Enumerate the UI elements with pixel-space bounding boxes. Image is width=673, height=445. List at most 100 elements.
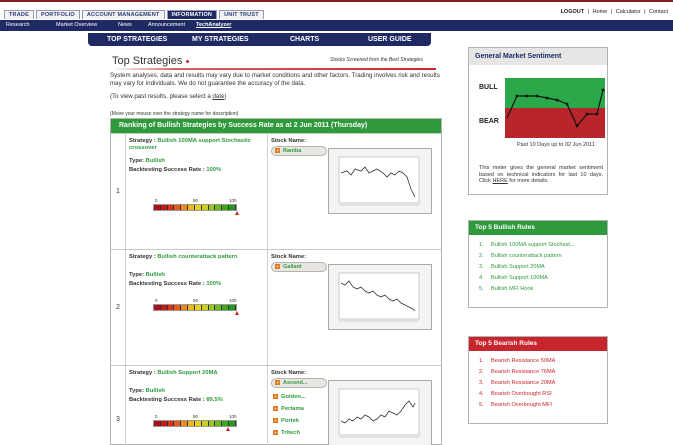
gauge-segment [154, 421, 161, 426]
gauge-tick: 50 [193, 414, 199, 419]
stock-cell: Stock Name: + Gallant [268, 250, 441, 365]
gauge-segment [194, 205, 202, 210]
gauge-segment [201, 205, 209, 210]
here-link[interactable]: HERE [492, 178, 507, 184]
rule-link[interactable]: Bullish 100MA support Stochast... [491, 242, 575, 248]
subnav-techanalyzer[interactable]: TechAnalyzer [196, 22, 231, 28]
contact-link[interactable]: Contact [649, 9, 668, 15]
tab-trade[interactable]: TRADE [4, 10, 34, 19]
table-row: 3 Strategy : Bullish Support 20MA Type: … [111, 365, 441, 445]
stock-button[interactable]: + Ascend... [271, 378, 327, 388]
ranking-panel: Ranking of Bullish Strategies by Success… [110, 118, 442, 445]
gauge-tick: 50 [193, 198, 199, 203]
date-link[interactable]: date [212, 93, 224, 100]
plus-icon: + [273, 430, 278, 436]
list-item[interactable]: 5. Bearish Overbought MFI [479, 400, 607, 411]
type-label: Type: [129, 158, 146, 164]
gauge-tick: 0 [155, 198, 158, 203]
top-bearish-rules-panel: Top 5 Bearish Rules 1. Bearish Resistance… [468, 336, 608, 424]
bear-zone [505, 108, 605, 138]
title-underline [112, 68, 436, 70]
rule-link[interactable]: Bullish counterattack pattern [491, 253, 562, 259]
gauge-segment [160, 305, 168, 310]
list-item[interactable]: 5. Bullish MFI Hook [479, 284, 607, 295]
gauge-segment [229, 421, 236, 426]
strategy-label: Strategy : [129, 370, 158, 376]
stock-name: Ascend... [283, 380, 308, 386]
separator: | [610, 9, 613, 15]
bear-label: BEAR [479, 118, 499, 125]
list-item[interactable]: 4. Bearish Overbought RSI [479, 389, 607, 400]
menu-user-guide[interactable]: USER GUIDE [368, 36, 412, 43]
sentiment-meter-chart [505, 78, 605, 138]
menu-top-strategies[interactable]: TOP STRATEGIES [107, 36, 167, 43]
backtest-label: Backtesting Success Rate : [129, 397, 207, 403]
gauge-segment [160, 421, 168, 426]
stock-chart-thumbnail[interactable] [328, 264, 432, 330]
menu-my-strategies[interactable]: MY STRATEGIES [192, 36, 249, 43]
menu-charts[interactable]: CHARTS [290, 36, 319, 43]
gauge-segment [222, 205, 230, 210]
stock-name-label: Stock Name: [271, 254, 307, 260]
gauge-segment [188, 305, 195, 310]
ranking-header: Ranking of Bullish Strategies by Success… [111, 119, 441, 133]
gauge-segment [194, 421, 202, 426]
market-sentiment-panel: General Market Sentiment BULL BEAR Past … [468, 47, 608, 195]
strategy-label: Strategy : [129, 254, 158, 260]
strategy-name-link[interactable]: Bullish Support 20MA [157, 370, 217, 376]
gauge-segment [154, 205, 161, 210]
stock-name: Tritech [281, 430, 301, 437]
stock-chart-thumbnail[interactable] [328, 148, 432, 214]
stock-cell: Stock Name: + Ramba [268, 134, 441, 249]
tab-account-management[interactable]: ACCOUNT MANAGEMENT [81, 10, 165, 19]
list-item[interactable]: 2. Bullish counterattack pattern [479, 251, 607, 262]
separator: | [587, 9, 590, 15]
type-value: Bullish [145, 158, 165, 164]
home-link[interactable]: Home [593, 9, 608, 15]
list-item[interactable]: 2. Bearish Resistance 76MA [479, 367, 607, 378]
gauge-segment [222, 305, 230, 310]
rule-link[interactable]: Bearish Resistance 76MA [491, 369, 555, 375]
gauge-segment [201, 421, 209, 426]
subnav-announcement[interactable]: Announcement [148, 22, 185, 28]
tab-unit-trust[interactable]: UNIT TRUST [219, 10, 264, 19]
rule-link[interactable]: Bearish Resistance 50MA [491, 358, 555, 364]
rule-link[interactable]: Bearish Overbought MFI [491, 402, 552, 408]
bullish-rules-title: Top 5 Bullish Rules [469, 221, 607, 235]
logout-link[interactable]: LOGOUT [561, 9, 585, 15]
top-links: LOGOUT | Home | Calculator | Contact [560, 9, 669, 15]
subnav-research[interactable]: Research [6, 22, 30, 28]
subnav-news[interactable]: News [118, 22, 132, 28]
tab-portfolio[interactable]: PORTFOLIO [35, 10, 80, 19]
list-item[interactable]: 1. Bullish 100MA support Stochast... [479, 240, 607, 251]
gauge-segment [160, 205, 168, 210]
rule-link[interactable]: Bearish Overbought RSI [491, 391, 552, 397]
list-item[interactable]: 3. Bearish Resistance 20MA [479, 378, 607, 389]
list-item[interactable]: 3. Bullish Support 20MA [479, 262, 607, 273]
list-item[interactable]: 1. Bearish Resistance 50MA [479, 356, 607, 367]
stock-button[interactable]: + Gallant [271, 262, 327, 272]
strategy-cell: Strategy : Bullish Support 20MA Type: Bu… [125, 366, 267, 445]
type-label: Type: [129, 388, 146, 394]
tab-information[interactable]: INFORMATION [166, 10, 218, 19]
gauge-segment [208, 305, 216, 310]
stock-chart-thumbnail[interactable] [328, 380, 432, 445]
rule-link[interactable]: Bullish Support 100MA [491, 275, 548, 281]
stock-name-label: Stock Name: [271, 370, 307, 376]
subnav-market-overview[interactable]: Market Overview [56, 22, 97, 28]
rule-link[interactable]: Bearish Resistance 20MA [491, 380, 555, 386]
past-results-note: (To view past results, please select a d… [110, 93, 227, 100]
stock-button[interactable]: + Ramba [271, 146, 327, 156]
strategy-cell: Strategy : Bullish 100MA support Stochas… [125, 134, 267, 249]
success-rate: 89.5% [206, 397, 223, 403]
rule-link[interactable]: Bullish Support 20MA [491, 264, 545, 270]
calculator-link[interactable]: Calculator [616, 9, 641, 15]
gauge-tick: 0 [155, 414, 158, 419]
strategy-name-link[interactable]: Bullish counterattack pattern [157, 254, 237, 260]
page-title: Top Strategies [112, 55, 183, 67]
type-value: Bullish [145, 272, 165, 278]
rule-link[interactable]: Bullish MFI Hook [491, 286, 533, 292]
gauge-segment [167, 305, 175, 310]
list-item[interactable]: 4. Bullish Support 100MA [479, 273, 607, 284]
stock-name: Gallant [283, 264, 302, 270]
